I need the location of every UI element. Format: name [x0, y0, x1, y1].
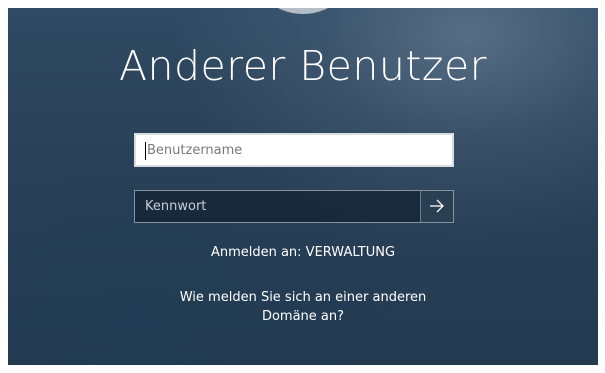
password-placeholder: Kennwort — [145, 199, 207, 214]
text-caret — [145, 142, 146, 160]
other-domain-link[interactable]: Wie melden Sie sich an einer anderen Dom… — [153, 288, 453, 326]
password-field[interactable]: Kennwort — [134, 190, 454, 223]
screenshot-frame: Anderer Benutzer Benutzername Kennwort A… — [0, 0, 605, 373]
arrow-right-icon — [430, 199, 444, 213]
page-title: Anderer Benutzer — [118, 42, 488, 90]
submit-button[interactable] — [420, 191, 453, 222]
user-avatar — [248, 8, 358, 14]
username-field[interactable]: Benutzername — [134, 133, 454, 167]
username-placeholder: Benutzername — [147, 143, 243, 158]
login-screen: Anderer Benutzer Benutzername Kennwort A… — [8, 8, 598, 365]
sign-in-domain-text: Anmelden an: VERWALTUNG — [210, 245, 396, 260]
